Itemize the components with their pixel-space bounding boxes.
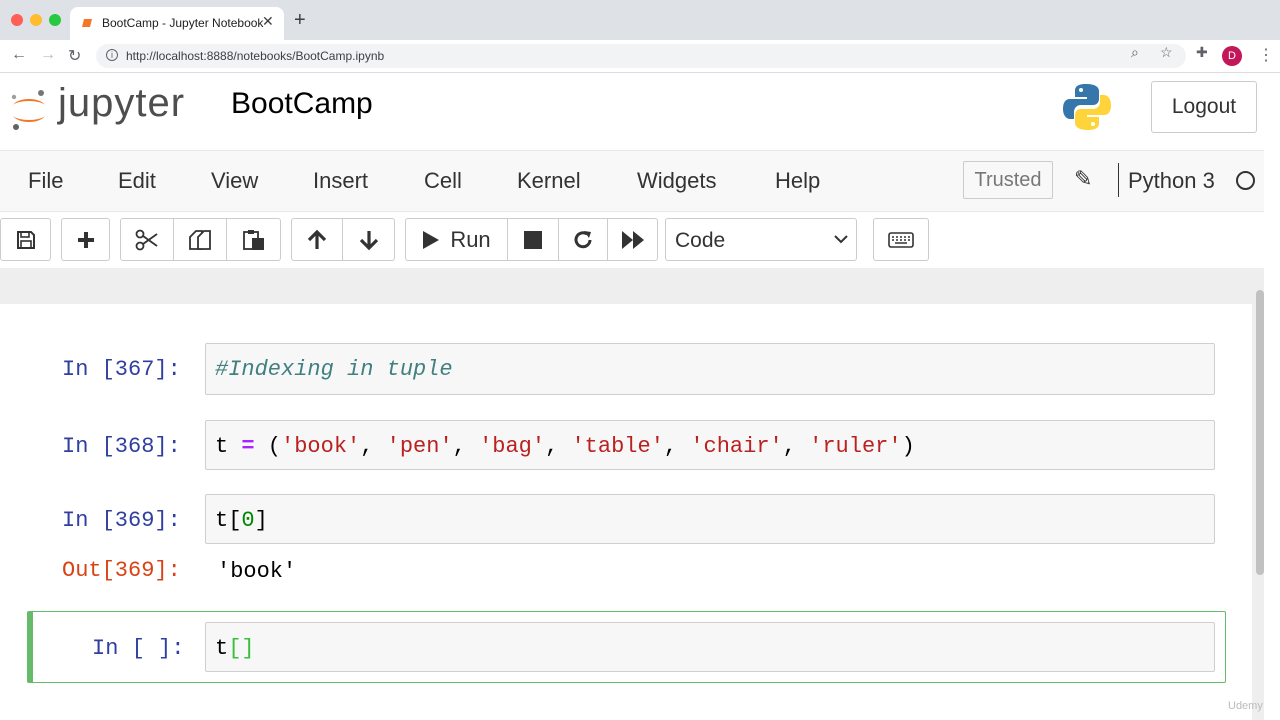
cell-type-select[interactable]: Code xyxy=(665,218,857,261)
code-cell-input-active[interactable]: t[] xyxy=(205,622,1215,672)
back-icon[interactable]: ← xyxy=(11,46,27,64)
jupyter-header: jupyter BootCamp Logout xyxy=(0,73,1264,150)
paste-button[interactable] xyxy=(227,219,280,260)
scrollbar[interactable] xyxy=(1256,290,1264,575)
save-group xyxy=(0,218,51,261)
jupyter-logo-text[interactable]: jupyter xyxy=(58,81,185,126)
notebook-title[interactable]: BootCamp xyxy=(231,87,373,121)
menu-kernel[interactable]: Kernel xyxy=(517,168,581,194)
insert-cell-button[interactable] xyxy=(62,219,109,260)
paste-icon xyxy=(242,229,264,250)
interrupt-button[interactable] xyxy=(508,219,559,260)
new-tab-icon[interactable]: + xyxy=(294,10,306,30)
maximize-window-button[interactable] xyxy=(49,14,61,26)
plus-icon xyxy=(77,231,94,248)
reload-icon[interactable]: ↻ xyxy=(68,46,81,66)
jupyter-logo-icon[interactable] xyxy=(8,83,50,133)
restart-button[interactable] xyxy=(559,219,608,260)
copy-button[interactable] xyxy=(174,219,227,260)
run-label: Run xyxy=(450,226,491,252)
run-button[interactable]: Run xyxy=(406,219,508,260)
close-tab-icon[interactable]: ✕ xyxy=(262,13,274,30)
notebook-toolbar: Run Code xyxy=(0,212,1264,268)
stop-icon xyxy=(524,230,542,249)
restart-icon xyxy=(574,230,592,248)
copy-icon xyxy=(189,229,211,250)
cell-output-text: 'book' xyxy=(217,559,297,584)
command-palette-button[interactable] xyxy=(873,218,929,261)
menu-widgets[interactable]: Widgets xyxy=(637,168,716,194)
cell-input-prompt: In [ ]: xyxy=(92,636,185,661)
udemy-watermark: Udemy xyxy=(1228,700,1263,712)
code-text: #Indexing in tuple xyxy=(215,357,453,382)
address-bar: ← → ↻ i http://localhost:8888/notebooks/… xyxy=(0,40,1280,73)
insert-group xyxy=(61,218,110,261)
menu-file[interactable]: File xyxy=(28,168,63,194)
cell-type-value: Code xyxy=(675,229,726,252)
code-text: t[0] xyxy=(215,508,268,533)
logout-button[interactable]: Logout xyxy=(1151,81,1257,133)
code-cell-input[interactable]: t[0] xyxy=(205,494,1215,544)
site-info-icon[interactable]: i xyxy=(106,49,118,61)
menu-bar: File Edit View Insert Cell Kernel Widget… xyxy=(0,150,1264,212)
kernel-name: Python 3 xyxy=(1128,168,1215,193)
close-window-button[interactable] xyxy=(11,14,23,26)
browser-tab[interactable]: BootCamp - Jupyter Notebook ✕ xyxy=(70,7,284,40)
extensions-puzzle-icon[interactable]: ✚ xyxy=(1196,44,1208,61)
cell-output-prompt: Out[369]: xyxy=(62,558,181,583)
fast-forward-icon xyxy=(621,230,644,249)
arrow-up-icon xyxy=(307,229,327,249)
zoom-icon[interactable]: ⌕ xyxy=(1131,44,1139,61)
restart-run-all-button[interactable] xyxy=(608,219,657,260)
code-cell-input[interactable]: #Indexing in tuple xyxy=(205,343,1215,395)
cell-input-prompt: In [367]: xyxy=(62,357,181,382)
menu-help[interactable]: Help xyxy=(775,168,820,194)
jupyter-favicon-icon xyxy=(82,19,92,27)
menu-insert[interactable]: Insert xyxy=(313,168,368,194)
forward-icon[interactable]: → xyxy=(40,46,56,64)
kernel-idle-indicator-icon xyxy=(1236,171,1255,190)
tab-title: BootCamp - Jupyter Notebook xyxy=(102,16,264,30)
browser-tab-bar: BootCamp - Jupyter Notebook ✕ + xyxy=(0,0,1280,40)
cell-input-prompt: In [369]: xyxy=(62,508,181,533)
python-logo-icon xyxy=(1063,84,1111,130)
save-icon xyxy=(16,230,35,249)
run-group: Run xyxy=(405,218,658,261)
url-input[interactable]: i http://localhost:8888/notebooks/BootCa… xyxy=(96,44,1186,68)
url-text[interactable]: http://localhost:8888/notebooks/BootCamp… xyxy=(126,49,384,63)
bookmark-star-icon[interactable]: ☆ xyxy=(1160,44,1173,61)
profile-avatar[interactable]: D xyxy=(1222,46,1242,66)
menu-view[interactable]: View xyxy=(211,168,258,194)
chevron-down-icon xyxy=(834,235,848,244)
save-button[interactable] xyxy=(1,219,50,260)
move-up-button[interactable] xyxy=(292,219,343,260)
scissors-icon xyxy=(135,229,158,250)
trusted-indicator[interactable]: Trusted xyxy=(963,161,1053,199)
minimize-window-button[interactable] xyxy=(30,14,42,26)
browser-menu-icon[interactable]: ⋮ xyxy=(1258,45,1274,65)
code-text: t[] xyxy=(215,636,255,661)
keyboard-icon xyxy=(888,231,914,248)
arrow-down-icon xyxy=(359,230,378,250)
code-text: t = ('book', 'pen', 'bag', 'table', 'cha… xyxy=(215,434,915,459)
edit-pencil-icon[interactable]: ✎ xyxy=(1074,166,1092,192)
clipboard-group xyxy=(120,218,281,261)
move-group xyxy=(291,218,395,261)
move-down-button[interactable] xyxy=(343,219,394,260)
menu-edit[interactable]: Edit xyxy=(118,168,156,194)
cell-input-prompt: In [368]: xyxy=(62,434,181,459)
code-cell-input[interactable]: t = ('book', 'pen', 'bag', 'table', 'cha… xyxy=(205,420,1215,470)
kernel-divider xyxy=(1118,163,1119,197)
cut-button[interactable] xyxy=(121,219,174,260)
play-icon xyxy=(423,230,440,249)
menu-cell[interactable]: Cell xyxy=(424,168,462,194)
